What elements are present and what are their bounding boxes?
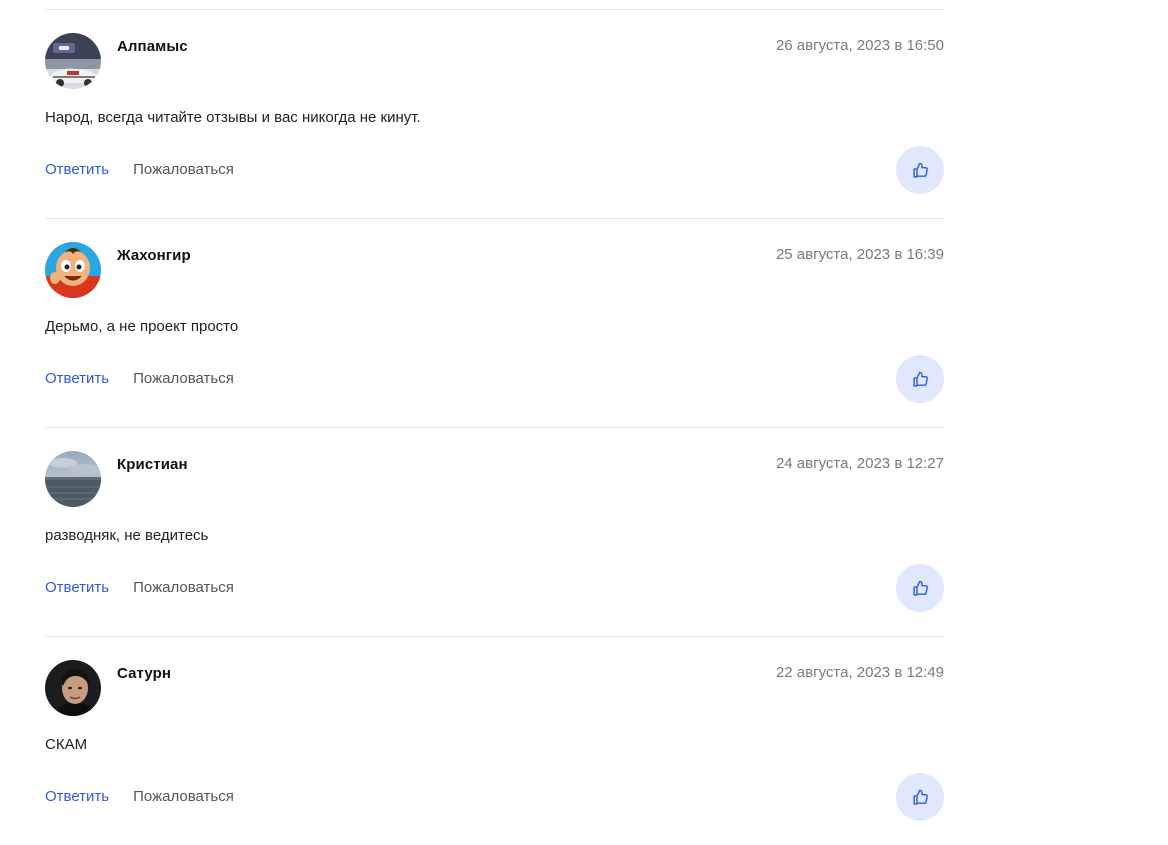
thumbs-up-icon xyxy=(912,371,928,387)
like-button[interactable] xyxy=(896,564,944,612)
report-button[interactable]: Пожаловаться xyxy=(133,370,234,387)
like-button[interactable] xyxy=(896,146,944,194)
comment-text: Дерьмо, а не проект просто xyxy=(45,318,239,335)
avatar[interactable] xyxy=(45,451,101,507)
comment-actions: Ответить Пожаловаться xyxy=(45,579,234,596)
comment-author: Сатурн xyxy=(117,665,172,682)
reply-button[interactable]: Ответить xyxy=(45,161,109,178)
portrait-avatar-icon xyxy=(45,660,101,716)
comment-item: Кристиан 24 августа, 2023 в 12:27 развод… xyxy=(45,427,944,636)
comment-date: 24 августа, 2023 в 12:27 xyxy=(775,455,944,472)
report-button[interactable]: Пожаловаться xyxy=(133,579,234,596)
thumbs-up-icon xyxy=(912,789,928,805)
comment-text: СКАМ xyxy=(45,736,88,753)
comment-actions: Ответить Пожаловаться xyxy=(45,161,234,178)
report-button[interactable]: Пожаловаться xyxy=(133,161,234,178)
comment-text: Народ, всегда читайте отзывы и вас никог… xyxy=(45,109,421,126)
like-button[interactable] xyxy=(896,355,944,403)
like-button[interactable] xyxy=(896,773,944,821)
reply-button[interactable]: Ответить xyxy=(45,370,109,387)
reply-button[interactable]: Ответить xyxy=(45,579,109,596)
avatar[interactable] xyxy=(45,33,101,89)
comment-item: Сатурн 22 августа, 2023 в 12:49 СКАМ Отв… xyxy=(45,636,944,845)
comment-text: разводняк, не ведитесь xyxy=(45,527,209,544)
comment-author: Алпамыс xyxy=(117,38,188,55)
avatar[interactable] xyxy=(45,242,101,298)
comment-author: Жахонгир xyxy=(117,247,191,264)
comment-actions: Ответить Пожаловаться xyxy=(45,370,234,387)
avatar[interactable] xyxy=(45,660,101,716)
sea-landscape-avatar-icon xyxy=(45,451,101,507)
comment-date: 22 августа, 2023 в 12:49 xyxy=(775,664,944,681)
comment-item: Алпамыс 26 августа, 2023 в 16:50 Народ, … xyxy=(45,9,944,218)
comment-date: 26 августа, 2023 в 16:50 xyxy=(775,37,944,54)
reply-button[interactable]: Ответить xyxy=(45,788,109,805)
thumbs-up-icon xyxy=(912,162,928,178)
thumbs-up-icon xyxy=(912,580,928,596)
car-photo-avatar-icon xyxy=(45,33,101,89)
report-button[interactable]: Пожаловаться xyxy=(133,788,234,805)
cartoon-baby-avatar-icon xyxy=(45,242,101,298)
comment-date: 25 августа, 2023 в 16:39 xyxy=(775,246,944,263)
comment-item: Жахонгир 25 августа, 2023 в 16:39 Дерьмо… xyxy=(45,218,944,427)
comments-list: Алпамыс 26 августа, 2023 в 16:50 Народ, … xyxy=(45,0,944,845)
comment-actions: Ответить Пожаловаться xyxy=(45,788,234,805)
comment-author: Кристиан xyxy=(117,456,188,473)
